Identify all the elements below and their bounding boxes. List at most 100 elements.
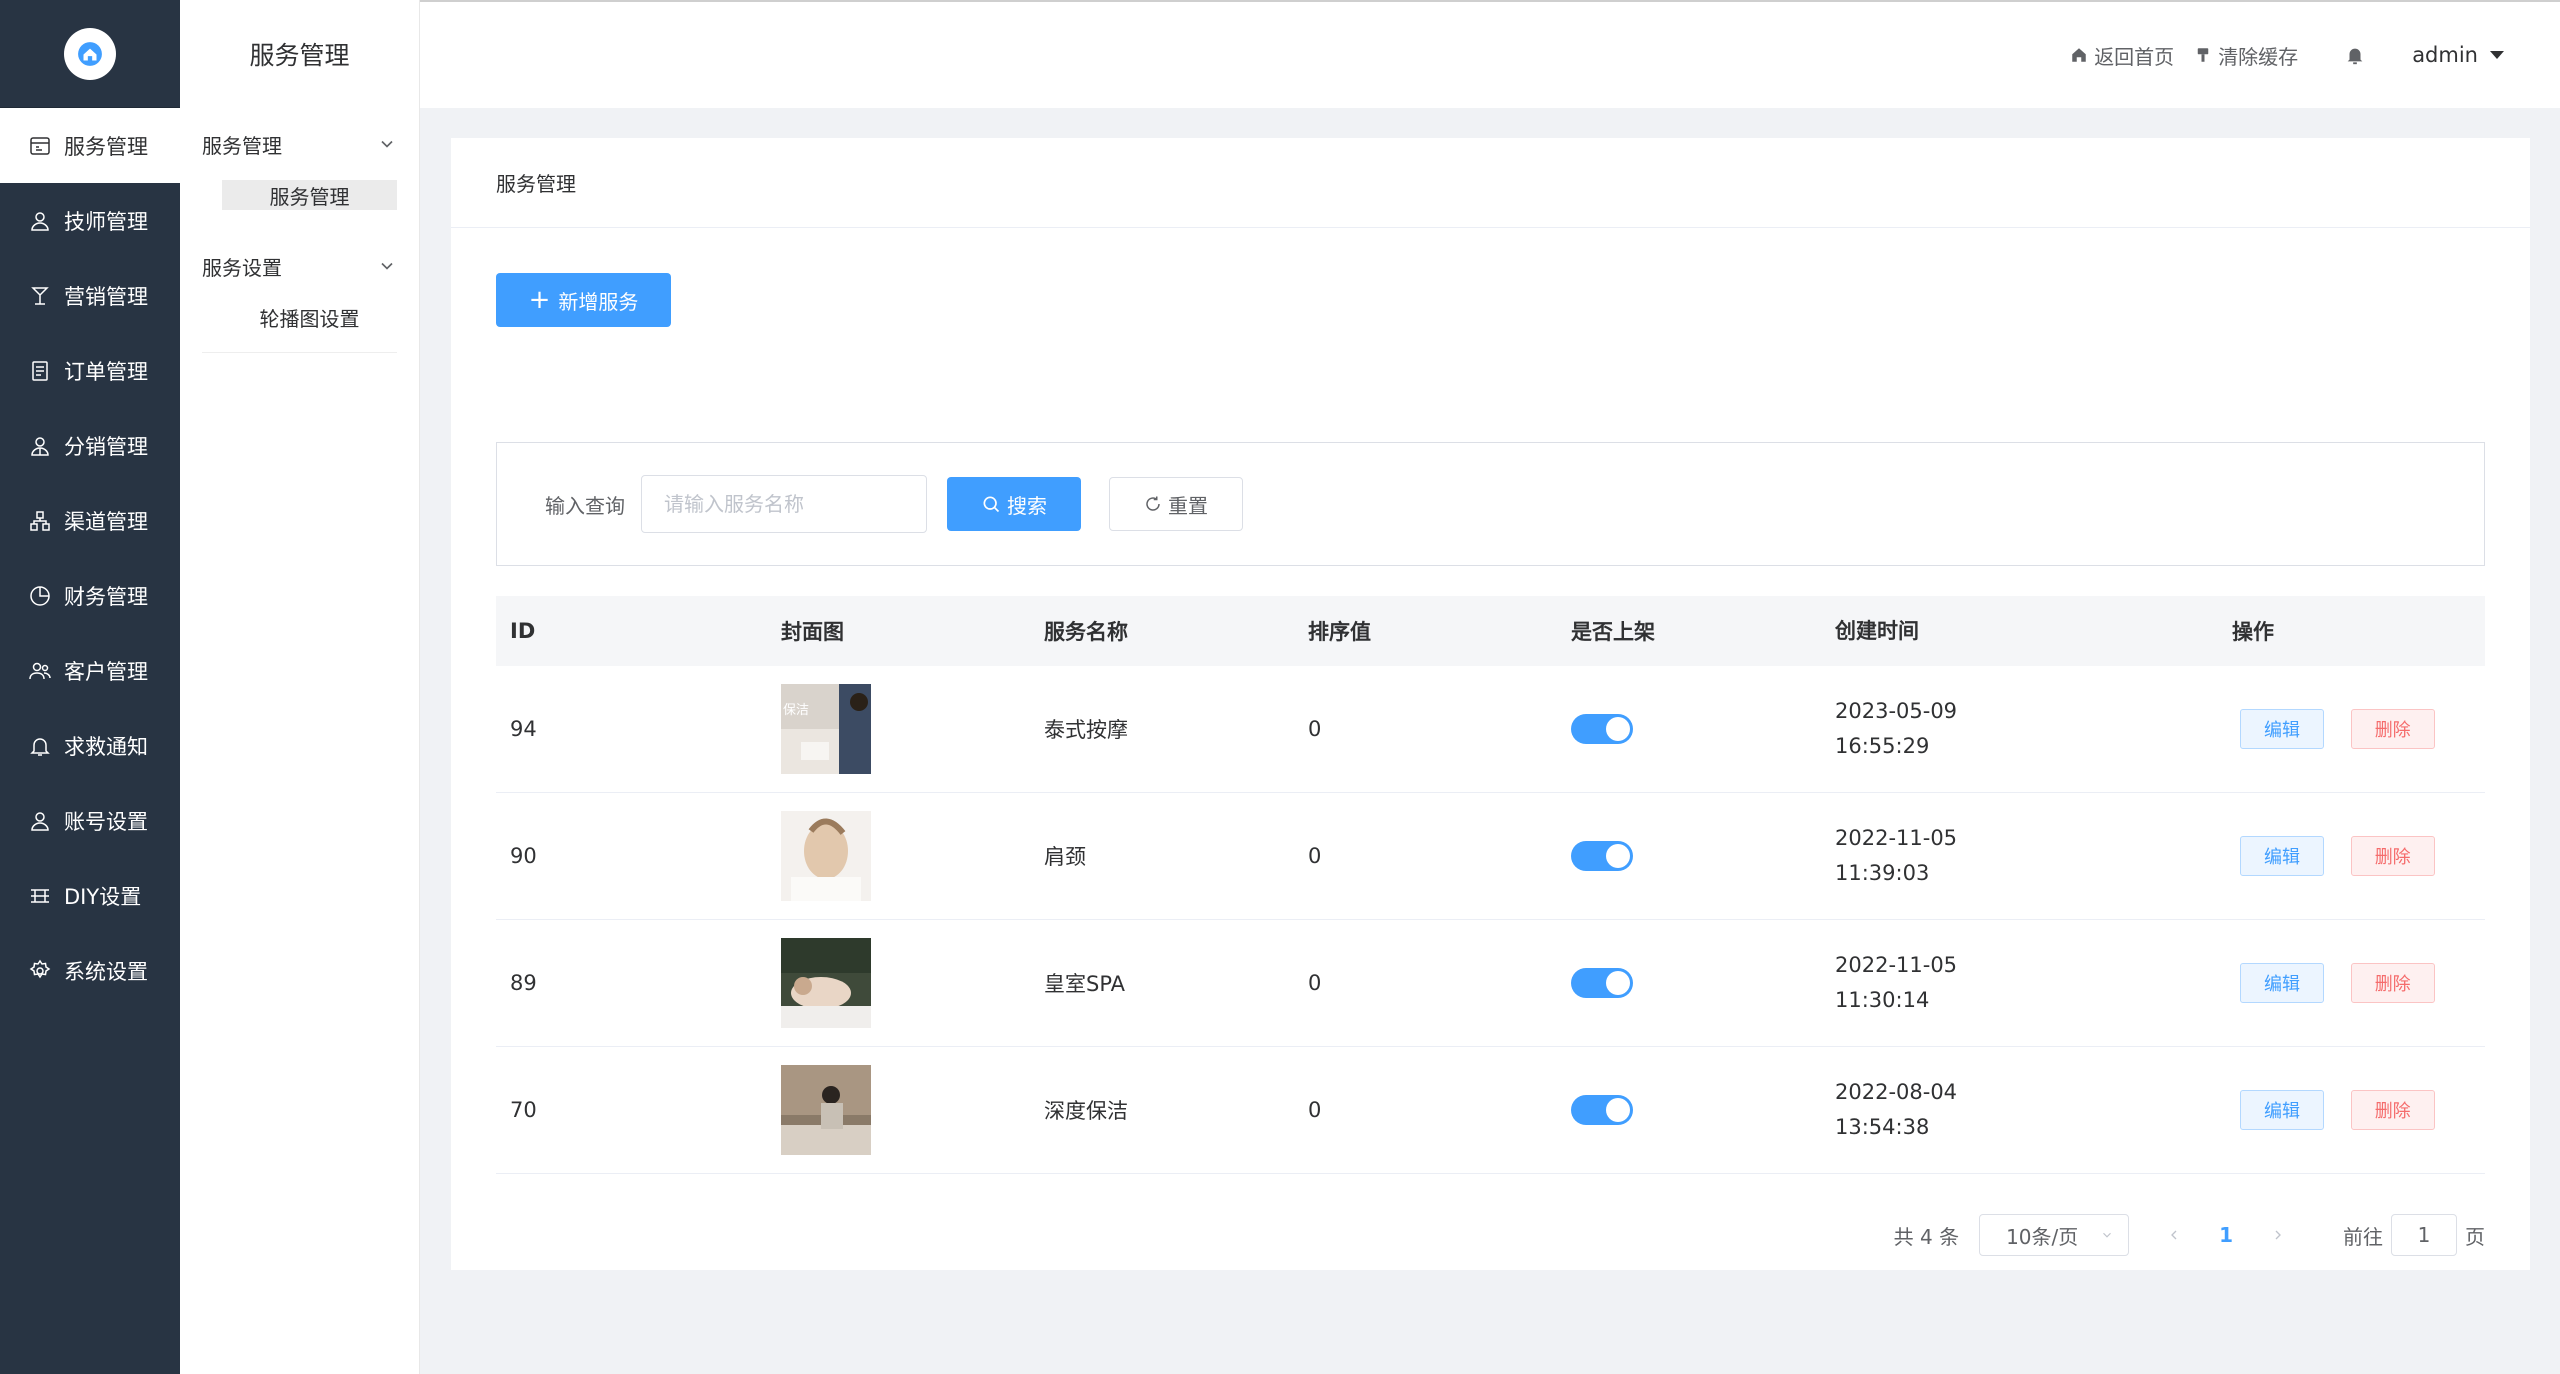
on-shelf-switch[interactable] — [1571, 841, 1633, 871]
table-row: 89 皇室SPA 0 2022-11-05 11:30:14 编辑 删除 — [496, 920, 2485, 1047]
prev-page-button[interactable] — [2159, 1227, 2189, 1243]
customer-icon — [28, 659, 52, 683]
submenu-item-carousel[interactable]: 轮播图设置 — [222, 302, 397, 332]
on-shelf-switch[interactable] — [1571, 968, 1633, 998]
cell-name: 皇室SPA — [1044, 972, 1126, 996]
nav-item-channel[interactable]: 渠道管理 — [0, 483, 180, 558]
pagination: 共 4 条 10条/页 1 前往 页 — [496, 1214, 2485, 1256]
nav-item-settings[interactable]: 系统设置 — [0, 933, 180, 1008]
delete-button[interactable]: 删除 — [2350, 963, 2435, 1003]
nav-item-label: 系统设置 — [64, 959, 148, 984]
created-date: 2022-08-04 — [1835, 1080, 1958, 1104]
cell-actions: 编辑 删除 — [2232, 1090, 2485, 1130]
cell-name: 泰式按摩 — [1044, 718, 1128, 742]
nav-item-marketing[interactable]: 营销管理 — [0, 258, 180, 333]
edit-button[interactable]: 编辑 — [2240, 963, 2324, 1003]
table-row: 94 保洁 泰式按摩 0 2023-05-09 16:55:29 编辑 删除 — [496, 666, 2485, 793]
nav-item-finance[interactable]: 财务管理 — [0, 558, 180, 633]
nav-item-label: 渠道管理 — [64, 509, 148, 534]
cell-time: 2022-11-05 11:30:14 — [1835, 948, 2232, 1018]
delete-button[interactable]: 删除 — [2350, 709, 2435, 749]
goto-page-input[interactable] — [2391, 1214, 2457, 1256]
page-size-select[interactable]: 10条/页 — [1979, 1214, 2130, 1256]
cell-shelf — [1571, 841, 1835, 871]
home-icon — [78, 41, 102, 66]
nav-item-diy[interactable]: DIY设置 — [0, 858, 180, 933]
clear-cache-label: 清除缓存 — [2218, 44, 2299, 69]
nav-item-account[interactable]: 账号设置 — [0, 783, 180, 858]
search-icon — [983, 496, 1000, 513]
cell-name: 深度保洁 — [1044, 1099, 1128, 1123]
nav-menu: 服务管理 技师管理 营销管理 订单管理 分销管理 渠道管理 财务管理 客户管理 — [0, 108, 180, 1008]
home-icon — [2072, 48, 2086, 62]
cell-actions: 编辑 删除 — [2232, 963, 2485, 1003]
submenu-group-header[interactable]: 服务管理 — [202, 108, 397, 180]
nav-item-label: 账号设置 — [64, 809, 148, 834]
chevron-down-icon — [381, 262, 393, 270]
nav-item-service[interactable]: 服务管理 — [0, 108, 180, 183]
edit-button[interactable]: 编辑 — [2240, 709, 2324, 749]
nav-item-order[interactable]: 订单管理 — [0, 333, 180, 408]
search-button[interactable]: 搜索 — [947, 477, 1081, 531]
clear-cache-button[interactable]: 清除缓存 — [2194, 41, 2298, 70]
created-time: 11:39:03 — [1835, 861, 1930, 885]
on-shelf-switch[interactable] — [1571, 714, 1633, 744]
user-menu[interactable]: admin — [2412, 43, 2504, 67]
home-link[interactable]: 返回首页 — [2070, 41, 2174, 70]
search-label: 输入查询 — [545, 493, 625, 518]
add-service-label: 新增服务 — [558, 289, 639, 314]
on-shelf-switch[interactable] — [1571, 1095, 1633, 1125]
page-number[interactable]: 1 — [2219, 1223, 2233, 1247]
nav-item-label: 客户管理 — [64, 659, 148, 684]
cell-shelf — [1571, 1095, 1835, 1125]
refresh-icon — [1146, 496, 1160, 511]
column-header: 服务名称 — [1044, 620, 1128, 644]
finance-icon — [28, 584, 52, 608]
cover-image: 保洁 — [781, 684, 871, 774]
cover-image — [781, 1065, 871, 1155]
created-time: 16:55:29 — [1835, 734, 1930, 758]
channel-icon — [28, 509, 52, 533]
nav-item-label: 财务管理 — [64, 584, 148, 609]
cell-time: 2022-08-04 13:54:38 — [1835, 1075, 2232, 1145]
delete-button[interactable]: 删除 — [2350, 1090, 2435, 1130]
cell-time: 2023-05-09 16:55:29 — [1835, 694, 2232, 764]
nav-item-customer[interactable]: 客户管理 — [0, 633, 180, 708]
created-date: 2022-11-05 — [1835, 826, 1958, 850]
reset-button[interactable]: 重置 — [1109, 477, 1243, 531]
chevron-down-icon — [2103, 1232, 2111, 1238]
search-button-label: 搜索 — [1007, 493, 1047, 518]
edit-button[interactable]: 编辑 — [2240, 836, 2324, 876]
table-row: 70 深度保洁 0 2022-08-04 13:54:38 编辑 删除 — [496, 1047, 2485, 1174]
nav-item-label: 营销管理 — [64, 284, 148, 309]
reset-button-label: 重置 — [1168, 493, 1208, 518]
notification-bell[interactable] — [2344, 44, 2372, 66]
logo-area — [0, 0, 180, 108]
submenu-group-label: 服务管理 — [202, 133, 282, 158]
submenu-item-service[interactable]: 服务管理 — [222, 180, 397, 210]
cell-actions: 编辑 删除 — [2232, 836, 2485, 876]
cell-cover: 保洁 — [781, 684, 1044, 774]
add-service-button[interactable]: + 新增服务 — [496, 273, 671, 327]
delete-button[interactable]: 删除 — [2350, 836, 2435, 876]
cell-id: 90 — [510, 844, 537, 868]
nav-item-technician[interactable]: 技师管理 — [0, 183, 180, 258]
chevron-right-icon — [2275, 1230, 2281, 1240]
cell-id: 89 — [510, 971, 537, 995]
logo[interactable] — [64, 27, 116, 80]
nav-item-label: 求救通知 — [64, 734, 148, 759]
service-icon — [28, 134, 52, 158]
sub-sidebar: 服务管理 服务管理 服务管理 服务设置 轮播图设置 — [180, 0, 420, 1374]
nav-item-distribution[interactable]: 分销管理 — [0, 408, 180, 483]
cell-sort: 0 — [1308, 1098, 1322, 1122]
nav-item-label: DIY设置 — [64, 884, 142, 909]
service-table: ID 封面图 服务名称 排序值 是否上架 创建时间 操作 94 保洁 泰式按摩 … — [496, 596, 2485, 1174]
next-page-button[interactable] — [2263, 1227, 2293, 1243]
submenu-group-header[interactable]: 服务设置 — [202, 230, 397, 302]
search-input[interactable] — [641, 475, 927, 533]
nav-item-label: 服务管理 — [64, 134, 148, 159]
column-header: 是否上架 — [1571, 620, 1655, 644]
edit-button[interactable]: 编辑 — [2240, 1090, 2324, 1130]
cover-image — [781, 811, 871, 901]
nav-item-sos[interactable]: 求救通知 — [0, 708, 180, 783]
